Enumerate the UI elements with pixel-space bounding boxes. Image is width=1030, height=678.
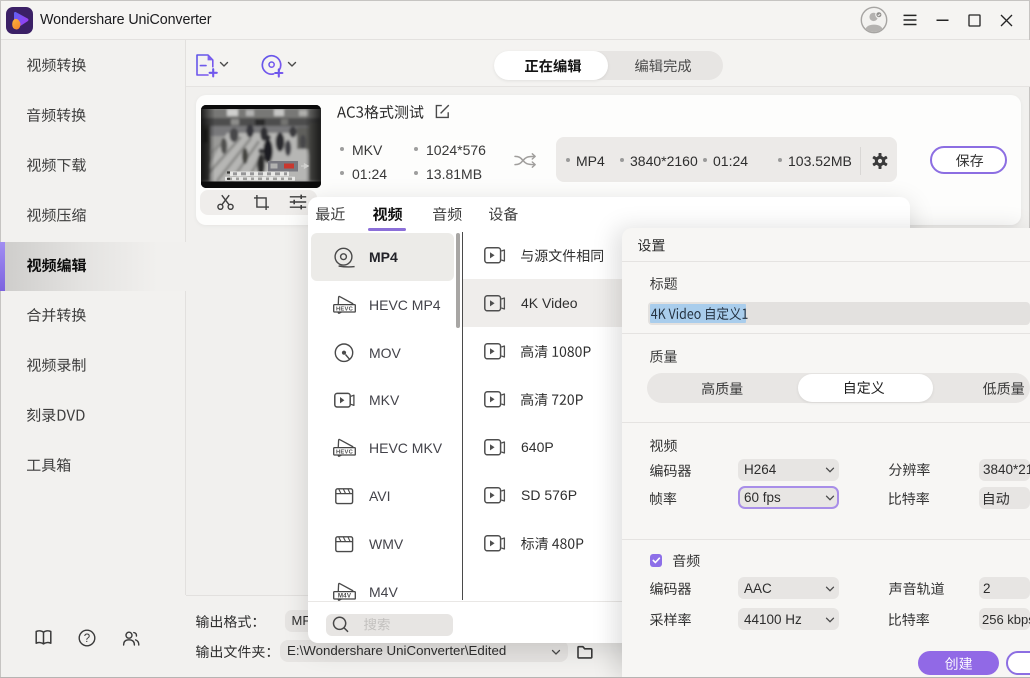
svg-text:HEVC: HEVC	[336, 450, 354, 456]
svg-text:M4V: M4V	[338, 593, 352, 600]
svg-text:HEVC: HEVC	[336, 307, 354, 313]
svg-text:?: ?	[84, 633, 90, 645]
